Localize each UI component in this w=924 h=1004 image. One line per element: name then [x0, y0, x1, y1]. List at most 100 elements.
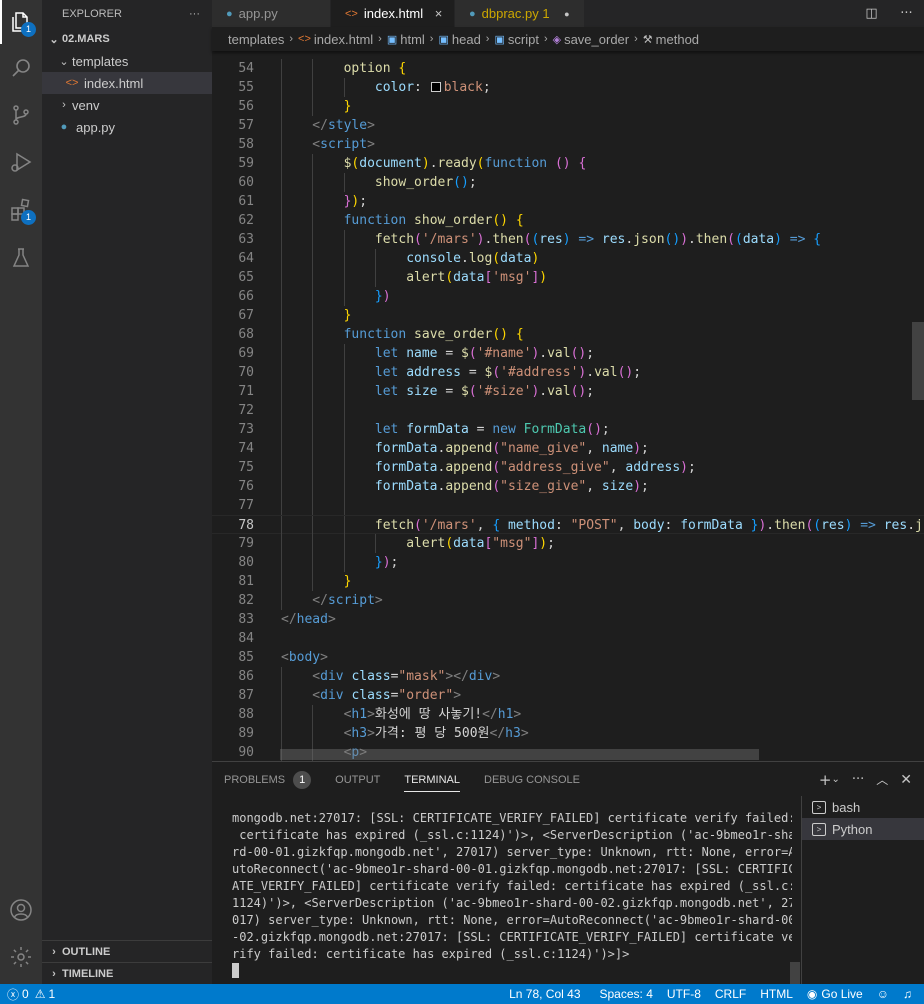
indent-guide [312, 477, 314, 496]
code-line[interactable]: 71 let size = $('#size').val(); [212, 382, 924, 401]
settings-gear-icon[interactable] [0, 935, 42, 979]
cursor-position[interactable]: Ln 78, Col 43 [502, 987, 592, 1001]
breadcrumb-item[interactable]: save_order [564, 32, 629, 47]
encoding[interactable]: UTF-8 [660, 987, 708, 1001]
code-line[interactable]: 59 $(document).ready(function () { [212, 154, 924, 173]
breadcrumb-item[interactable]: script [508, 32, 539, 47]
timeline-section[interactable]: › TIMELINE [42, 962, 212, 984]
terminal-output[interactable]: mongodb.net:27017: [SSL: CERTIFICATE_VER… [232, 810, 792, 980]
code-line[interactable]: 72 [212, 401, 924, 420]
tab-output[interactable]: OUTPUT [335, 762, 380, 797]
code-line[interactable]: 57 </style> [212, 116, 924, 135]
code-line[interactable]: 84 [212, 629, 924, 648]
go-live-button[interactable]: ◉ Go Live [800, 987, 870, 1001]
terminal-item-bash[interactable]: > bash [802, 796, 924, 818]
new-terminal-plus-icon[interactable]: + [819, 771, 832, 789]
editor-vertical-scrollbar[interactable] [912, 51, 924, 761]
account-icon[interactable] [0, 888, 42, 932]
line-number: 59 [238, 156, 254, 171]
breadcrumb-item[interactable]: html [400, 32, 425, 47]
code-editor[interactable]: 54 option {55 color: black; 56} 57 </style> 58… [212, 51, 924, 761]
code-line[interactable]: 60 show_order(); [212, 173, 924, 192]
breadcrumb-item[interactable]: templates [228, 32, 284, 47]
code-line[interactable]: 62 function show_order() { [212, 211, 924, 230]
code-line[interactable]: 54 option { [212, 59, 924, 78]
code-line[interactable]: 82 </script> [212, 591, 924, 610]
code-line[interactable]: 68 function save_order() { [212, 325, 924, 344]
code-token: body [288, 650, 321, 665]
search-icon[interactable] [0, 46, 42, 90]
more-actions-icon[interactable]: ··· [852, 772, 864, 787]
notifications-bell-icon[interactable]: ♫ [896, 987, 924, 1001]
code-line[interactable]: 65 alert(data['msg']) [212, 268, 924, 287]
tab-problems[interactable]: PROBLEMS 1 [224, 762, 312, 797]
problems-status[interactable]: ⓧ 0 ⚠ 1 [0, 986, 62, 1003]
indentation[interactable]: Spaces: 4 [593, 987, 660, 1001]
code-line[interactable]: 89 <h3>가격: 평 당 500원</h3> [212, 724, 924, 743]
terminal-scrollbar[interactable] [790, 962, 800, 984]
extensions-icon[interactable]: 1 [0, 188, 42, 232]
code-line[interactable]: 56} [212, 97, 924, 116]
explorer-more-button[interactable]: ··· [189, 8, 200, 20]
code-line[interactable]: 88 <h1>화성에 땅 사놓기!</h1> [212, 705, 924, 724]
code-line[interactable]: 74 formData.append("name_give", name); [212, 439, 924, 458]
tab-app-py[interactable]: ● app.py [212, 0, 331, 27]
feedback-icon[interactable]: ☺ [870, 987, 896, 1001]
code-line[interactable]: 83 </head> [212, 610, 924, 629]
code-line[interactable]: 69 let name = $('#name').val(); [212, 344, 924, 363]
code-token: 화성에 땅 사놓기! [374, 707, 483, 722]
code-line[interactable]: 58 <script> [212, 135, 924, 154]
code-line[interactable]: 73 let formData = new FormData(); [212, 420, 924, 439]
close-icon[interactable]: × [433, 6, 444, 21]
outline-section[interactable]: › OUTLINE [42, 940, 212, 962]
breadcrumb-item[interactable]: index.html [314, 32, 373, 47]
tab-dbprac-py[interactable]: ● dbprac.py 1 ● [455, 0, 585, 27]
breadcrumb-item[interactable]: head [452, 32, 481, 47]
terminal-item-python[interactable]: > Python [802, 818, 924, 840]
breadcrumb-item[interactable]: method [656, 32, 699, 47]
code-line[interactable]: 81} [212, 572, 924, 591]
language-mode[interactable]: HTML [753, 987, 800, 1001]
tree-folder-venv[interactable]: › venv [42, 94, 212, 116]
tab-index-html[interactable]: <> index.html × [331, 0, 455, 27]
code-line[interactable]: 64 console.log(data) [212, 249, 924, 268]
code-line[interactable]: 66}) [212, 287, 924, 306]
code-line[interactable]: 79 alert(data["msg"]); [212, 534, 924, 553]
code-line[interactable]: 61}); [212, 192, 924, 211]
code-line[interactable]: 78 fetch('/mars', { method: "POST", body:… [212, 515, 924, 535]
run-debug-icon[interactable] [0, 140, 42, 184]
tree-file-app-py[interactable]: ● app.py [42, 116, 212, 138]
code-line[interactable]: 70 let address = $('#address').val(); [212, 363, 924, 382]
code-line[interactable]: 80}); [212, 553, 924, 572]
scrollbar-thumb[interactable] [912, 322, 924, 400]
tab-debug-console[interactable]: DEBUG CONSOLE [484, 762, 580, 797]
explorer-icon[interactable]: 1 [0, 0, 42, 44]
code-line[interactable]: 87 <div class="order"> [212, 686, 924, 705]
chevron-down-icon[interactable]: ⌄ [831, 774, 839, 785]
tab-label: TERMINAL [404, 773, 460, 786]
code-line[interactable]: 63 fetch('/mars').then((res) => res.json(… [212, 230, 924, 249]
maximize-panel-chevron-up-icon[interactable]: ︿ [876, 771, 888, 788]
code-line[interactable]: 67} [212, 306, 924, 325]
close-panel-icon[interactable]: ✕ [900, 772, 912, 788]
tab-terminal[interactable]: TERMINAL [404, 762, 460, 797]
line-ending[interactable]: CRLF [708, 987, 753, 1001]
tree-root-folder[interactable]: ⌄ 02.MARS [42, 28, 212, 50]
code-line[interactable]: 55 color: black; [212, 78, 924, 97]
tree-folder-templates[interactable]: ⌄ templates [42, 50, 212, 72]
line-number: 65 [238, 270, 254, 285]
code-line[interactable]: 85 <body> [212, 648, 924, 667]
code-line[interactable]: 76 formData.append("size_give", size); [212, 477, 924, 496]
code-line[interactable]: 86 <div class="mask"></div> [212, 667, 924, 686]
terminal-prompt[interactable] [232, 963, 792, 980]
tree-file-index-html[interactable]: <> index.html [42, 72, 212, 94]
split-editor-icon[interactable]: ◫ [865, 6, 877, 21]
source-control-icon[interactable] [0, 93, 42, 137]
editor-horizontal-scrollbar[interactable] [280, 749, 759, 760]
indent-guide [312, 516, 314, 535]
code-line[interactable]: 77 [212, 496, 924, 515]
code-line[interactable]: 75 formData.append("address_give", addres… [212, 458, 924, 477]
unsaved-dot-icon[interactable]: ● [560, 9, 574, 19]
more-actions-icon[interactable]: ··· [900, 6, 912, 21]
testing-flask-icon[interactable] [0, 236, 42, 280]
